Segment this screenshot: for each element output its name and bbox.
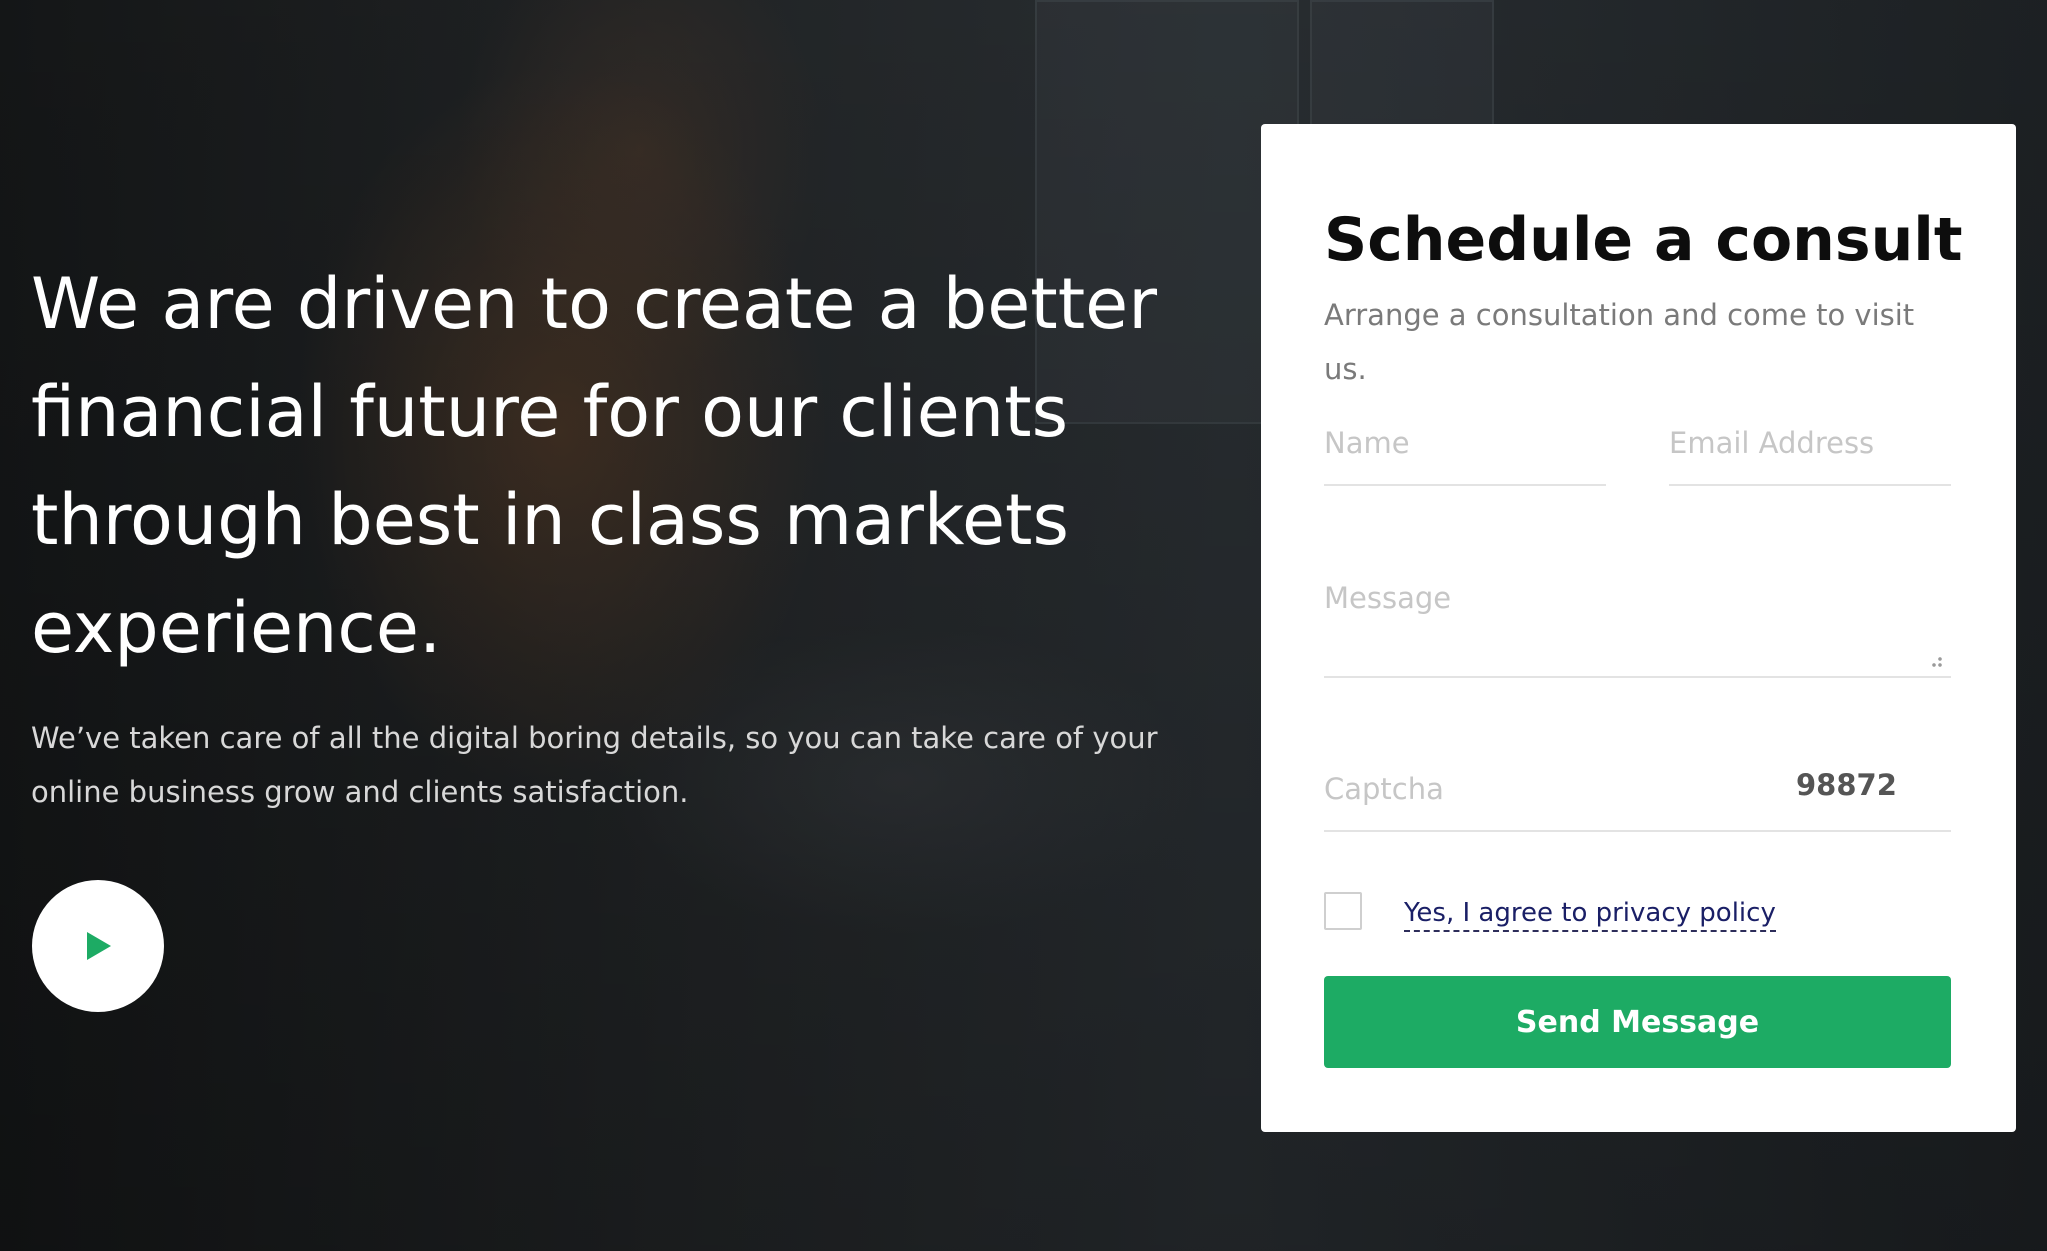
consult-form-card: Schedule a consult Arrange a consultatio… [1261, 124, 2016, 1132]
captcha-code: 98872 [1796, 768, 1897, 802]
privacy-policy-link[interactable]: Yes, I agree to privacy policy [1404, 896, 1776, 932]
resize-handle-icon[interactable] [1927, 652, 1943, 668]
form-title: Schedule a consult [1324, 205, 1963, 275]
send-message-button[interactable]: Send Message [1324, 976, 1951, 1068]
hero-subtext: We’ve taken care of all the digital bori… [31, 721, 1158, 809]
email-input[interactable] [1669, 416, 1951, 486]
privacy-checkbox[interactable] [1324, 892, 1362, 930]
name-input[interactable] [1324, 416, 1606, 486]
play-icon [87, 932, 111, 960]
form-description: Arrange a consultation and come to visit… [1324, 298, 1915, 386]
hero-headline: We are driven to create a better financi… [31, 263, 1158, 669]
play-video-button[interactable] [32, 880, 164, 1012]
message-textarea[interactable] [1324, 578, 1951, 678]
